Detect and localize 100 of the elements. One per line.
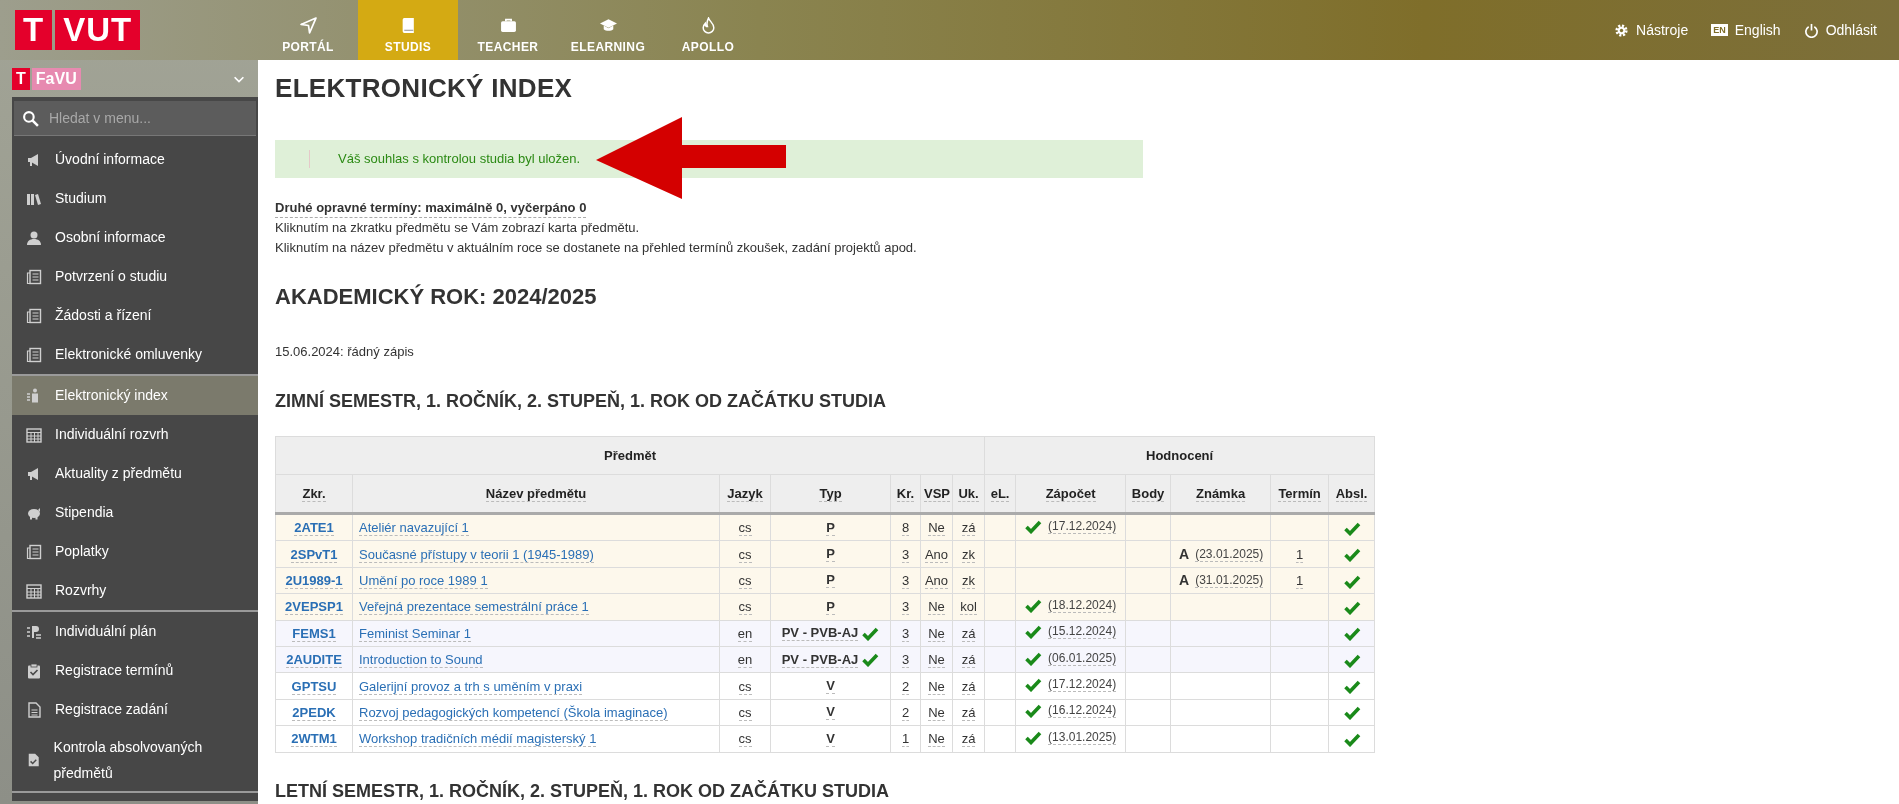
table-cell: Ano bbox=[924, 546, 949, 563]
menu-item[interactable]: Žádosti a řízení bbox=[12, 296, 258, 335]
menu-item[interactable]: Rozvrhy bbox=[12, 571, 258, 610]
table-cell: en bbox=[737, 652, 753, 669]
table-cell: 3 bbox=[901, 599, 910, 616]
calendar-icon bbox=[26, 582, 42, 599]
date-text: (06.01.2025) bbox=[1048, 650, 1117, 666]
menu-item[interactable]: Individuální rozvrh bbox=[12, 415, 258, 454]
info-text: Druhé opravné termíny: maximálně 0, vyčerpáno 0 bbox=[275, 199, 587, 218]
graduation-cap-icon bbox=[599, 17, 617, 34]
power-icon bbox=[1803, 22, 1819, 38]
person-icon bbox=[26, 229, 42, 246]
clipboard-check-icon bbox=[26, 662, 42, 679]
column-header: Zápočet bbox=[1015, 474, 1126, 514]
enrollment-text: 15.06.2024: řádný zápis bbox=[275, 343, 415, 361]
top-link[interactable]: Nástroje bbox=[1614, 22, 1689, 38]
nav-tab[interactable]: APOLLO bbox=[658, 0, 758, 60]
table-cell: zk bbox=[962, 546, 976, 563]
menu-item[interactable]: Individuální plán bbox=[12, 612, 258, 651]
table-cell: Ne bbox=[928, 599, 945, 616]
nav-tab[interactable]: ELEARNING bbox=[558, 0, 658, 60]
menu-item[interactable]: Poplatky bbox=[12, 532, 258, 571]
subject-name-link[interactable]: Ateliér navazující 1 bbox=[359, 520, 469, 537]
nav-tab[interactable]: PORTÁL bbox=[258, 0, 358, 60]
table-cell: zá bbox=[961, 731, 976, 748]
column-header: Typ bbox=[770, 474, 891, 514]
date-text: (17.12.2024) bbox=[1048, 518, 1117, 534]
table-cell: zá bbox=[961, 520, 976, 537]
table-cell: Ne bbox=[928, 704, 945, 721]
menu-item[interactable]: Studium bbox=[12, 179, 258, 218]
date-text: (17.12.2024) bbox=[1048, 677, 1117, 693]
date-text: (16.12.2024) bbox=[1048, 703, 1117, 719]
table-cell: 3 bbox=[901, 572, 910, 589]
menu-item[interactable]: Potvrzení o studiu bbox=[12, 257, 258, 296]
table-cell: zá bbox=[961, 625, 976, 642]
table-cell: 1 bbox=[1295, 572, 1304, 589]
info-text: Kliknutím na zkratku předmětu se Vám zobrazí karta předmětu. bbox=[275, 219, 641, 237]
menu-item[interactable]: Elektronický index bbox=[12, 376, 258, 415]
page-title: ELEKTRONICKÝ INDEX bbox=[275, 72, 574, 104]
table-cell: V bbox=[826, 730, 835, 747]
settings-icon bbox=[1614, 22, 1630, 38]
documents-icon bbox=[26, 268, 42, 285]
document-icon bbox=[26, 701, 42, 718]
table-cell: 8 bbox=[901, 520, 910, 537]
column-header: Jazyk bbox=[719, 474, 771, 514]
table-cell: cs bbox=[738, 704, 752, 721]
table-cell: 2 bbox=[901, 678, 910, 695]
documents-icon bbox=[26, 346, 42, 363]
table-cell: zá bbox=[961, 652, 976, 669]
menu-item[interactable]: Registrace zadání bbox=[12, 690, 258, 729]
table-cell: 1 bbox=[1295, 546, 1304, 563]
menu-item[interactable]: Elektronické omluvenky bbox=[12, 335, 258, 374]
table-cell: cs bbox=[738, 520, 752, 537]
grade-text: A bbox=[1179, 546, 1190, 563]
table-cell: cs bbox=[738, 731, 752, 748]
table-cell: 3 bbox=[901, 625, 910, 642]
table-cell: 2 bbox=[901, 704, 910, 721]
column-header: Známka bbox=[1170, 474, 1271, 514]
info-text: Kliknutím na název předmětu v aktuálním roce se dostanete na přehled termínů zkoušek, zadání projektů apod. bbox=[275, 239, 918, 257]
documents-icon bbox=[26, 307, 42, 324]
column-header: Zkr. bbox=[275, 474, 353, 514]
subject-name-link[interactable]: Feminist Seminar 1 bbox=[359, 625, 471, 642]
menu-item[interactable]: Osobní informace bbox=[12, 218, 258, 257]
table-cell: cs bbox=[738, 572, 752, 589]
top-link[interactable]: Odhlásit bbox=[1803, 22, 1877, 38]
table-cell: Ano bbox=[924, 572, 949, 589]
menu-item[interactable]: Stipendia bbox=[12, 493, 258, 532]
navigation-arrow-icon bbox=[299, 17, 317, 34]
table-cell: V bbox=[826, 704, 835, 721]
nav-tab[interactable]: TEACHER bbox=[458, 0, 558, 60]
table-cell: 3 bbox=[901, 546, 910, 563]
document-check-icon bbox=[26, 752, 41, 768]
search-icon bbox=[22, 110, 39, 127]
plan-icon bbox=[26, 623, 42, 640]
top-link[interactable]: EN English bbox=[1711, 22, 1781, 38]
briefcase-icon bbox=[499, 17, 517, 34]
table-cell: 1 bbox=[901, 731, 910, 748]
date-text: (13.01.2025) bbox=[1048, 729, 1117, 745]
table-cell: PV - PVB-AJ bbox=[781, 625, 859, 642]
date-text: (18.12.2024) bbox=[1048, 597, 1117, 613]
table-cell: P bbox=[826, 598, 835, 615]
table-cell: Ne bbox=[928, 625, 945, 642]
calendar-icon bbox=[26, 426, 42, 443]
table-cell: cs bbox=[738, 678, 752, 695]
documents-icon bbox=[26, 543, 42, 560]
menu-item[interactable]: Kontrola absolvovaných předmětů bbox=[12, 729, 258, 791]
menu-item[interactable]: Aktuality z předmětu bbox=[12, 454, 258, 493]
language-badge: EN bbox=[1711, 24, 1728, 36]
date-text: (23.01.2025) bbox=[1195, 546, 1264, 562]
column-header: Body bbox=[1125, 474, 1171, 514]
flame-icon bbox=[699, 17, 717, 34]
table-cell: cs bbox=[738, 599, 752, 616]
table-cell: zá bbox=[961, 678, 976, 695]
date-text: (31.01.2025) bbox=[1195, 572, 1264, 588]
menu-item[interactable]: Registrace termínů bbox=[12, 651, 258, 690]
table-cell: Ne bbox=[928, 731, 945, 748]
date-text: (15.12.2024) bbox=[1048, 624, 1117, 640]
menu-item[interactable]: Úvodní informace bbox=[12, 140, 258, 179]
search-field[interactable]: Hledat v menu... bbox=[14, 101, 256, 136]
column-header: Název předmětu bbox=[352, 474, 720, 514]
